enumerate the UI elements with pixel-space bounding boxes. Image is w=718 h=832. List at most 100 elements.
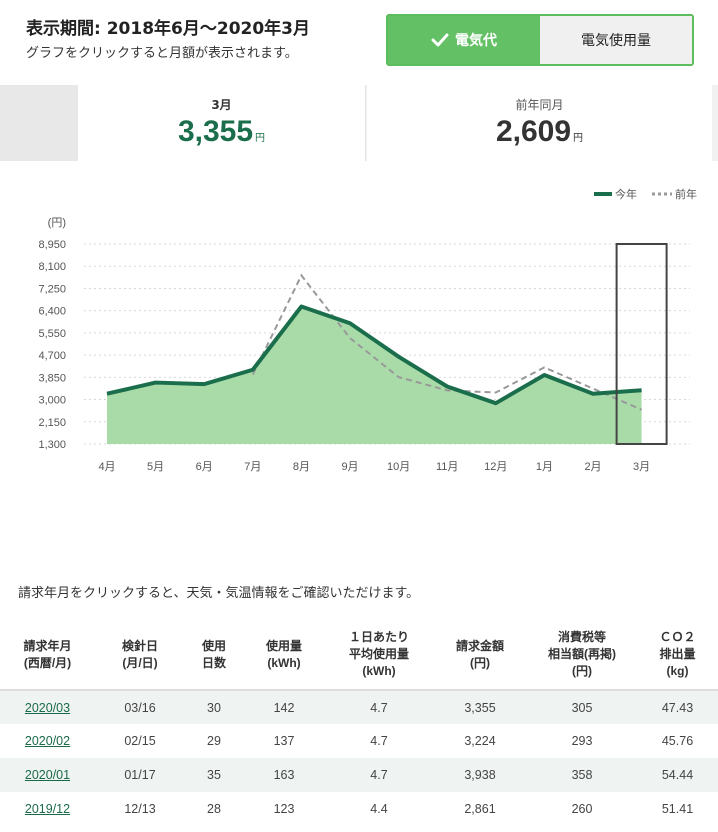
table-cell: 3,224 [464,734,496,748]
table-cell: 02/15 [124,734,156,748]
table-cell: 305 [527,690,637,724]
table-body: 2020/03 03/16 30 142 4.7 3,355 305 47.43 2020/02… [0,690,718,826]
table-cell: 2,861 [464,802,496,816]
month-hit-area[interactable] [131,244,180,444]
month-hit-area[interactable] [472,244,521,444]
check-icon [431,33,449,47]
table-cell: 260 [571,802,593,816]
y-tick-label: 3,850 [38,372,66,384]
table-cell: 142 [243,690,325,724]
billing-month-cell: 2020/01 [0,758,95,792]
y-tick-label: 6,400 [38,306,66,318]
table-row: 2020/01 01/17 35 163 4.7 3,938 358 54.44 [0,758,718,792]
month-hit-area[interactable] [277,244,326,444]
month-hit-area[interactable] [83,244,132,444]
usage-toggle-label: 電気使用量 [581,33,651,49]
fee-chart-svg[interactable]: (円) 1,300 2,150 3,000 3,850 4,700 5,550 6,400 7,… [0,170,718,490]
table-cell: 01/17 [95,758,185,792]
table-header-cell: 消費税等 相当額(再掲) (円) [527,620,637,691]
table-cell: 163 [243,758,325,792]
month-hit-area[interactable] [520,244,569,444]
table-cell: 4.7 [325,758,433,792]
previous-year-amount: 2,609 [495,115,572,148]
period-hint: グラフをクリックすると月額が表示されます。 [26,46,298,61]
table-cell: 137 [273,734,295,748]
month-hit-area[interactable] [374,244,423,444]
table-cell: 47.43 [637,690,718,724]
y-tick-label: 8,100 [38,261,66,273]
y-tick-label: 2,150 [38,417,66,429]
table-cell: 123 [273,802,295,816]
table-cell: 45.76 [661,734,694,748]
month-hit-area[interactable] [326,244,375,444]
table-header-cell: 使用量 (kWh) [243,620,325,691]
table-header-row: 請求年月 (西暦/月) 検針日 (月/日) 使用 日数 使用量 (kWh) １日あたり … [0,620,718,691]
table-row: 2020/02 02/15 29 137 4.7 3,224 293 45.76 [0,724,718,758]
x-tick-label: 9月 [341,461,358,473]
previous-year-card: 前年同月 2,609 円 [367,85,712,161]
billing-table: 請求年月 (西暦/月) 検針日 (月/日) 使用 日数 使用量 (kWh) １日あたり … [0,620,718,826]
table-cell: 358 [527,758,637,792]
table-cell: 4.7 [325,690,433,724]
x-tick-label: 3月 [633,461,650,473]
y-tick-label: 7,250 [38,283,66,295]
month-hit-area[interactable] [180,244,229,444]
x-tick-label: 2月 [584,461,601,473]
table-header-cell: 請求年月 (西暦/月) [0,620,95,691]
x-tick-label: 5月 [147,461,164,473]
fee-chart[interactable]: (円) 1,300 2,150 3,000 3,850 4,700 5,550 6,400 7,… [0,170,718,490]
month-hit-area[interactable] [229,244,278,444]
billing-month-link[interactable]: 2020/02 [25,734,70,748]
current-month-label: 3月 [211,98,232,112]
legend-current-label: 今年 [615,187,637,201]
x-tick-label: 4月 [98,461,115,473]
previous-year-value: 2,609 円 [367,115,712,149]
y-tick-label: 1,300 [38,439,66,451]
legend-previous-label: 前年 [675,187,697,201]
table-header-cell: 使用 日数 [185,620,243,691]
weather-info-text: 請求年月をクリックすると、天気・気温情報をご確認いただけます。 [18,586,420,601]
table-header-cell: 検針日 (月/日) [95,620,185,691]
month-hit-area[interactable] [423,244,472,444]
usage-toggle-button[interactable]: 電気使用量 [540,16,692,64]
billing-month-link[interactable]: 2019/12 [25,802,70,816]
table-cell: 51.41 [661,802,694,816]
table-cell: 4.7 [370,734,388,748]
x-tick-label: 11月 [436,461,458,473]
month-hit-area[interactable] [569,244,618,444]
y-tick-label: 3,000 [38,395,66,407]
period-title: 表示期間: 2018年6月～2020年3月 [26,19,311,39]
billing-month-cell: 2019/12 [0,792,95,826]
x-tick-label: 10月 [387,461,410,473]
y-tick-label: 5,550 [38,328,66,340]
fee-toggle-button[interactable]: 電気代 [388,16,540,64]
y-tick-label: 8,950 [38,239,66,251]
current-month-amount: 3,355 [177,115,254,148]
table-cell: 4.4 [370,802,388,816]
previous-year-label: 前年同月 [515,98,564,112]
table-cell: 30 [185,690,243,724]
table-cell: 28 [207,802,221,816]
table-row: 2019/12 12/13 28 123 4.4 2,861 260 51.41 [0,792,718,826]
table-cell: 293 [571,734,593,748]
summary-bar: 3月 3,355 円 前年同月 2,609 円 [0,85,718,161]
billing-month-cell: 2020/02 [0,724,95,758]
month-hit-area[interactable] [617,244,666,444]
billing-month-link[interactable]: 2020/01 [25,768,70,782]
x-tick-label: 1月 [536,461,553,473]
fee-toggle-label: 電気代 [455,33,497,49]
previous-year-unit: 円 [573,133,584,144]
table-row: 2020/03 03/16 30 142 4.7 3,355 305 47.43 [0,690,718,724]
table-cell: 12/13 [124,802,156,816]
current-month-value: 3,355 円 [78,115,365,149]
current-month-unit: 円 [255,133,266,144]
table-cell: 3,355 [433,690,527,724]
billing-month-link[interactable]: 2020/03 [25,701,70,715]
table-cell: 29 [207,734,221,748]
view-toggle: 電気代 電気使用量 [386,14,694,66]
billing-month-cell: 2020/03 [0,690,95,724]
summary-side-tab [0,85,78,161]
table-cell: 54.44 [637,758,718,792]
header: 表示期間: 2018年6月～2020年3月 グラフをクリックすると月額が表示され… [0,0,718,80]
table-header-cell: 請求金額 (円) [433,620,527,691]
